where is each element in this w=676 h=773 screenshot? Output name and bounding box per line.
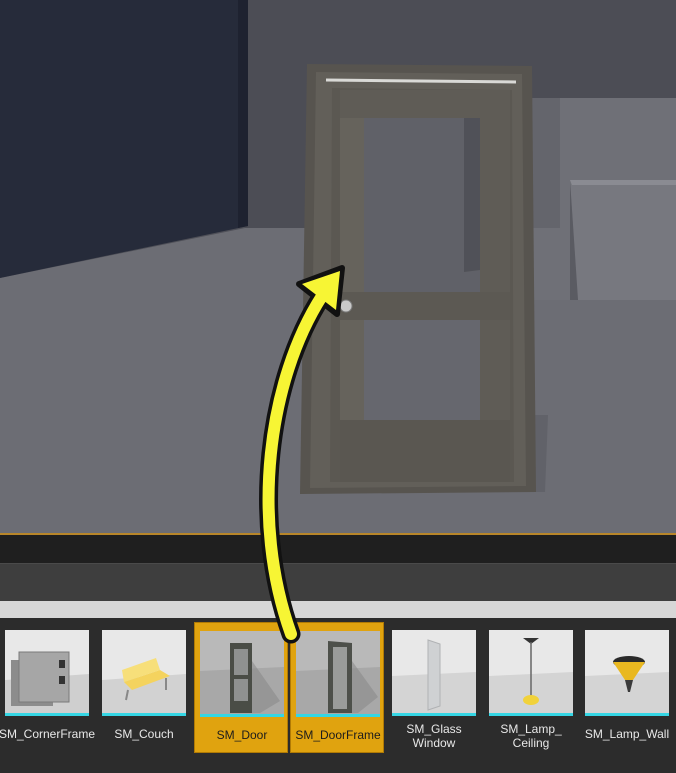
asset-tile-sm-glass-window[interactable]: SM_Glass Window bbox=[387, 622, 481, 753]
asset-label: SM_DoorFrame bbox=[295, 728, 381, 742]
asset-label: SM_CornerFrame bbox=[0, 727, 96, 741]
ceiling-lamp-icon bbox=[489, 630, 573, 716]
asset-tile-sm-doorframe[interactable]: SM_DoorFrame bbox=[290, 622, 384, 753]
wall-lamp-icon bbox=[585, 630, 669, 716]
glass-window-icon bbox=[392, 630, 476, 716]
content-browser-panel: SM_CornerFrame SM_Couch SM_Door SM_DoorF… bbox=[0, 618, 676, 773]
content-browser-header bbox=[0, 563, 676, 601]
level-viewport[interactable] bbox=[0, 0, 676, 533]
asset-label: SM_Door bbox=[216, 728, 268, 742]
door-knob bbox=[339, 299, 353, 313]
asset-tile-sm-cornerframe[interactable]: SM_CornerFrame bbox=[0, 622, 95, 753]
cube-mesh[interactable] bbox=[570, 180, 676, 300]
couch-icon bbox=[102, 630, 186, 716]
asset-tile-sm-lamp-ceiling[interactable]: SM_Lamp_ Ceiling bbox=[484, 622, 578, 753]
asset-label: SM_Lamp_ Ceiling bbox=[500, 722, 562, 750]
asset-tile-sm-lamp-wall[interactable]: SM_Lamp_Wall bbox=[580, 622, 674, 753]
asset-label: SM_Glass Window bbox=[406, 722, 462, 750]
viewport-toolbar bbox=[0, 535, 676, 563]
asset-label: SM_Couch bbox=[114, 727, 174, 741]
asset-label: SM_Lamp_Wall bbox=[584, 727, 670, 741]
door-icon bbox=[200, 631, 284, 717]
asset-tile-sm-door[interactable]: SM_Door bbox=[194, 622, 288, 753]
asset-tile-sm-couch[interactable]: SM_Couch bbox=[97, 622, 191, 753]
corner-frame-icon bbox=[5, 630, 89, 716]
door-frame-icon bbox=[296, 631, 380, 717]
content-browser-filter-bar bbox=[0, 601, 676, 618]
door-mesh[interactable] bbox=[300, 64, 536, 494]
